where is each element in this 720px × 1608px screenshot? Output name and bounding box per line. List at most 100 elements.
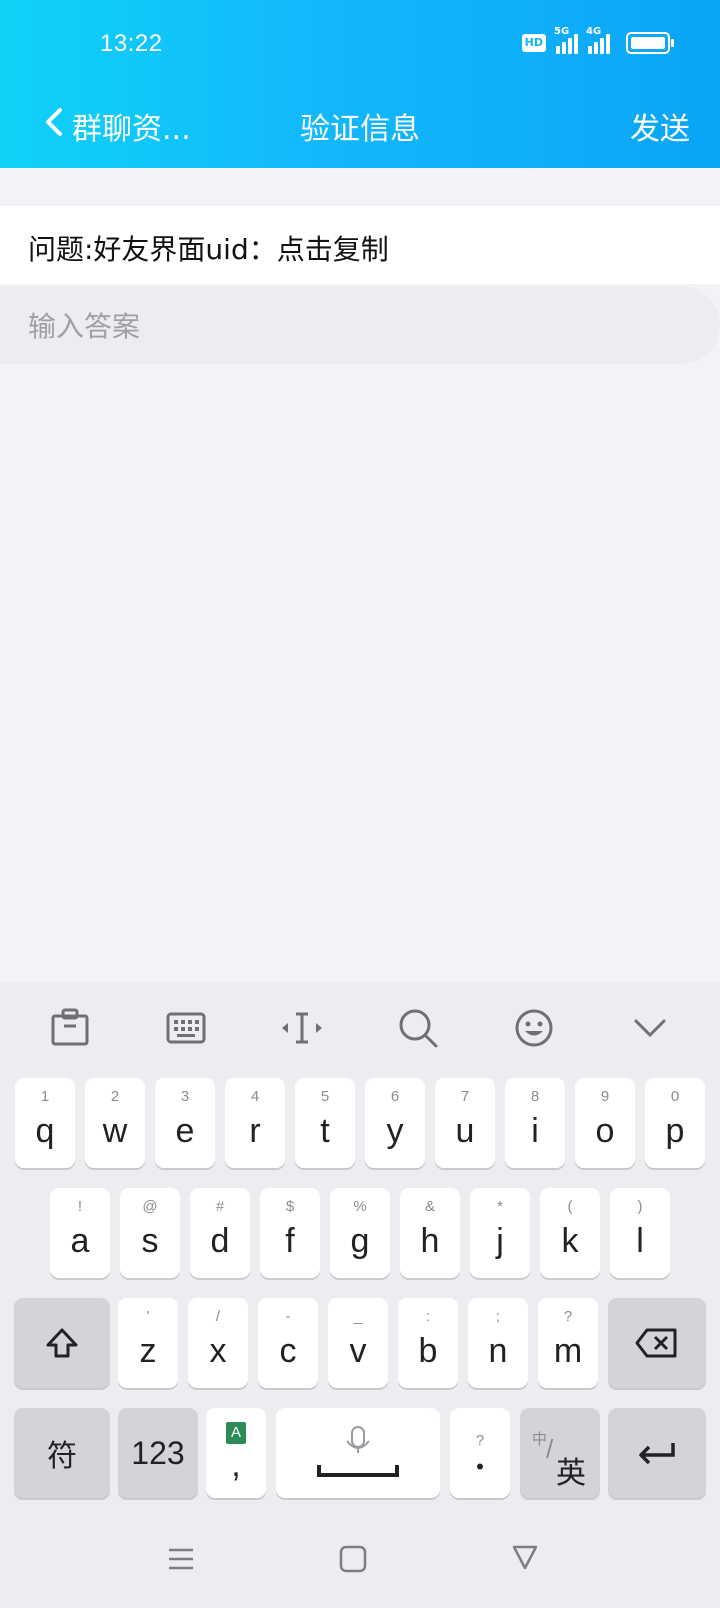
- clipboard-icon[interactable]: [48, 1006, 92, 1050]
- key-w[interactable]: 2w: [85, 1078, 145, 1168]
- key-y[interactable]: 6y: [365, 1078, 425, 1168]
- key-b[interactable]: :b: [398, 1298, 458, 1388]
- key-hint: -: [285, 1308, 291, 1325]
- key-g[interactable]: % g: [330, 1188, 390, 1278]
- key-char: t: [320, 1111, 330, 1150]
- key-hint: @: [142, 1198, 158, 1215]
- key-v[interactable]: _ v: [328, 1298, 388, 1388]
- question-text: 问题:好友界面uid：点击复制: [28, 233, 389, 266]
- hd-icon: HD: [521, 34, 546, 52]
- numbers-label: 123: [131, 1434, 185, 1471]
- symbols-label: 符: [47, 1439, 77, 1474]
- key-hint: ': [146, 1308, 150, 1325]
- symbols-key[interactable]: 符: [14, 1408, 110, 1498]
- status-time: 13:22: [100, 30, 163, 57]
- key-char: j: [496, 1221, 504, 1260]
- key-char: n: [488, 1331, 508, 1370]
- key-l[interactable]: ) l: [610, 1188, 670, 1278]
- period-hint: ?: [475, 1432, 485, 1449]
- space-key[interactable]: [276, 1408, 440, 1498]
- lang-slash: /: [546, 1434, 554, 1464]
- key-c[interactable]: -c: [258, 1298, 318, 1388]
- key-hint: _: [353, 1308, 363, 1325]
- shift-icon: [46, 1328, 78, 1358]
- comma-badge-icon: A: [226, 1422, 246, 1444]
- key-z[interactable]: ' z: [118, 1298, 178, 1388]
- period-label: •: [476, 1454, 484, 1479]
- key-k[interactable]: (k: [540, 1188, 600, 1278]
- key-char: l: [636, 1221, 644, 1260]
- key-hint: :: [425, 1308, 431, 1325]
- key-hint: ;: [495, 1308, 501, 1325]
- key-char: i: [531, 1111, 539, 1150]
- key-i[interactable]: 8i: [505, 1078, 565, 1168]
- cursor-move-icon[interactable]: [280, 1006, 324, 1050]
- key-char: u: [455, 1111, 475, 1150]
- key-hint: 8: [530, 1088, 540, 1105]
- key-hint: 1: [40, 1088, 50, 1105]
- home-nav-icon[interactable]: [338, 1544, 368, 1574]
- key-hint: 4: [250, 1088, 260, 1105]
- key-r[interactable]: 4r: [225, 1078, 285, 1168]
- back-nav-icon[interactable]: [510, 1542, 540, 1572]
- key-m[interactable]: ? m: [538, 1298, 598, 1388]
- soft-keyboard: 1 q 2 w 3 e 4 r 5 t 6 y 7 u 8 i 9 o 0 p! a @ s # d $ f% g & h * j(k) l ' z…: [0, 982, 720, 1608]
- key-char: h: [420, 1221, 440, 1260]
- enter-icon: [639, 1443, 675, 1465]
- answer-field[interactable]: [0, 286, 720, 366]
- key-hint: $: [285, 1198, 295, 1215]
- key-char: s: [141, 1221, 159, 1260]
- search-icon[interactable]: [396, 1006, 440, 1050]
- menu-nav-icon[interactable]: [166, 1544, 196, 1574]
- microphone-space-icon: [317, 1426, 399, 1477]
- period-key[interactable]: ? •: [450, 1408, 510, 1498]
- key-char: a: [70, 1221, 90, 1260]
- key-p[interactable]: 0p: [645, 1078, 705, 1168]
- key-hint: 7: [460, 1088, 470, 1105]
- numbers-key[interactable]: 123: [118, 1408, 198, 1498]
- key-char: x: [209, 1331, 227, 1370]
- key-x[interactable]: / x: [188, 1298, 248, 1388]
- key-hint: 2: [110, 1088, 120, 1105]
- key-char: c: [279, 1331, 297, 1370]
- keyboard-icon[interactable]: [164, 1006, 208, 1050]
- key-hint: !: [77, 1198, 83, 1215]
- key-hint: &: [424, 1198, 435, 1215]
- comma-key[interactable]: A,: [206, 1408, 266, 1498]
- key-s[interactable]: @ s: [120, 1188, 180, 1278]
- key-d[interactable]: # d: [190, 1188, 250, 1278]
- shift-key[interactable]: [14, 1298, 110, 1388]
- key-u[interactable]: 7u: [435, 1078, 495, 1168]
- answer-input[interactable]: [0, 286, 710, 366]
- key-char: e: [175, 1111, 195, 1150]
- signal-4g-icon: 4G: [586, 26, 610, 54]
- key-e[interactable]: 3e: [155, 1078, 215, 1168]
- language-toggle-key[interactable]: 中 / 英: [520, 1408, 600, 1498]
- key-h[interactable]: & h: [400, 1188, 460, 1278]
- key-t[interactable]: 5t: [295, 1078, 355, 1168]
- lang-small: 中: [532, 1430, 548, 1448]
- emoji-icon[interactable]: [512, 1006, 556, 1050]
- key-hint: (: [567, 1198, 573, 1215]
- key-char: w: [102, 1111, 128, 1150]
- collapse-keyboard-icon[interactable]: [628, 1006, 672, 1050]
- key-n[interactable]: ; n: [468, 1298, 528, 1388]
- backspace-key[interactable]: [608, 1298, 706, 1388]
- key-char: v: [349, 1331, 367, 1370]
- key-char: q: [35, 1111, 55, 1150]
- question-row: 问题:好友界面uid：点击复制: [0, 206, 720, 284]
- key-char: k: [561, 1221, 579, 1260]
- key-f[interactable]: $ f: [260, 1188, 320, 1278]
- send-button[interactable]: 发送: [630, 104, 690, 148]
- enter-key[interactable]: [608, 1408, 706, 1498]
- key-hint: 6: [390, 1088, 400, 1105]
- key-q[interactable]: 1q: [15, 1078, 75, 1168]
- key-o[interactable]: 9o: [575, 1078, 635, 1168]
- key-hint: ): [637, 1198, 643, 1215]
- key-j[interactable]: * j: [470, 1188, 530, 1278]
- key-hint: 0: [670, 1088, 680, 1105]
- key-char: p: [665, 1111, 685, 1150]
- system-nav-bar: [0, 1530, 720, 1608]
- key-a[interactable]: ! a: [50, 1188, 110, 1278]
- keyboard-toolbar: [0, 982, 720, 1072]
